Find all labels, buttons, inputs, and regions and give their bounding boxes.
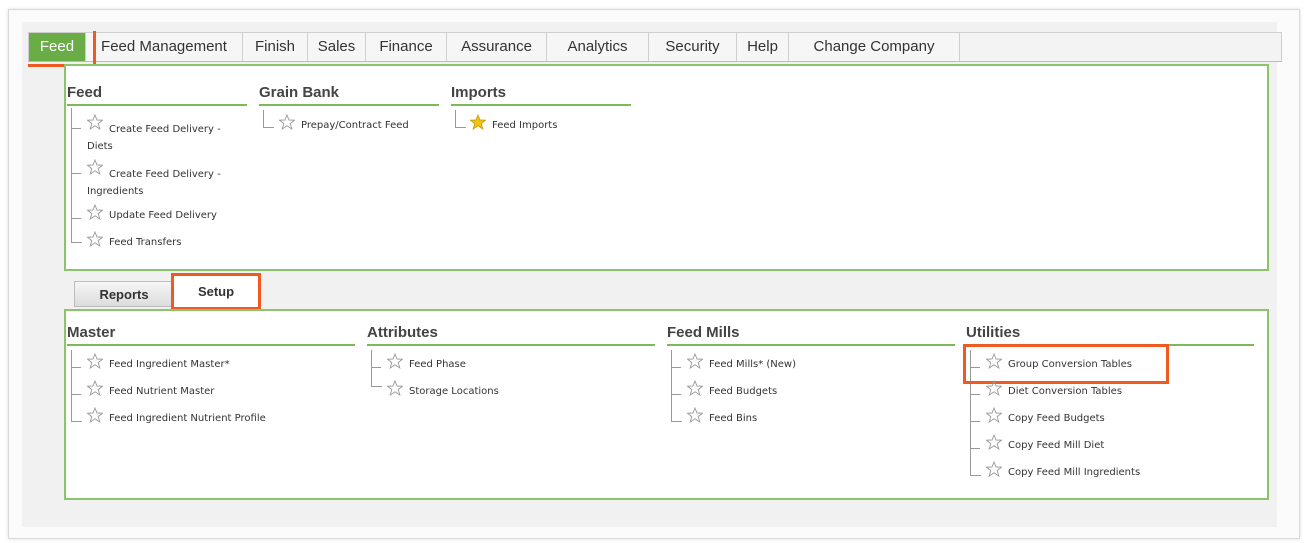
nav-tab-help[interactable]: Help bbox=[737, 33, 789, 61]
menu-item-feed-ingredient-nutrient-profile[interactable]: Feed Ingredient Nutrient Profile bbox=[109, 413, 266, 424]
menu-item-feed-bins[interactable]: Feed Bins bbox=[709, 413, 757, 424]
nav-tab-feed[interactable]: Feed bbox=[29, 33, 86, 61]
column-heading: Utilities bbox=[966, 322, 1254, 346]
menu-item-feed-imports[interactable]: Feed Imports bbox=[492, 120, 557, 131]
star-icon-favorite[interactable] bbox=[470, 114, 486, 130]
nav-tab-feed-management[interactable]: Feed Management bbox=[86, 33, 243, 61]
star-icon[interactable] bbox=[986, 461, 1002, 477]
menu-item-feed-mills-new[interactable]: Feed Mills* (New) bbox=[709, 359, 796, 370]
star-icon[interactable] bbox=[87, 380, 103, 396]
star-icon[interactable] bbox=[687, 407, 703, 423]
menu-item-update-feed-delivery[interactable]: Update Feed Delivery bbox=[109, 210, 217, 221]
imports-column: Imports bbox=[451, 82, 631, 106]
menu-item-copy-feed-mill-ingredients[interactable]: Copy Feed Mill Ingredients bbox=[1008, 467, 1140, 478]
star-icon[interactable] bbox=[87, 407, 103, 423]
star-icon[interactable] bbox=[986, 353, 1002, 369]
nav-tab-assurance[interactable]: Assurance bbox=[447, 33, 547, 61]
menu-item-create-feed-delivery-ingredients[interactable]: Create Feed Delivery - Ingredients bbox=[87, 166, 242, 200]
menu-item-copy-feed-mill-diet[interactable]: Copy Feed Mill Diet bbox=[1008, 440, 1104, 451]
star-icon[interactable] bbox=[687, 380, 703, 396]
tab-setup[interactable]: Setup bbox=[174, 276, 258, 308]
menu-item-group-conversion-tables[interactable]: Group Conversion Tables bbox=[1008, 359, 1132, 370]
menu-item-create-feed-delivery-diets[interactable]: Create Feed Delivery - Diets bbox=[87, 121, 242, 155]
nav-tab-change-company[interactable]: Change Company bbox=[789, 33, 960, 61]
star-icon[interactable] bbox=[387, 353, 403, 369]
star-icon[interactable] bbox=[986, 407, 1002, 423]
star-icon[interactable] bbox=[87, 353, 103, 369]
tab-reports[interactable]: Reports bbox=[74, 281, 174, 307]
nav-tab-finance[interactable]: Finance bbox=[366, 33, 447, 61]
column-heading: Feed bbox=[67, 82, 247, 106]
menu-item-prepay-contract-feed[interactable]: Prepay/Contract Feed bbox=[301, 120, 409, 131]
master-column: Master bbox=[67, 322, 355, 346]
menu-item-feed-phase[interactable]: Feed Phase bbox=[409, 359, 466, 370]
column-heading: Master bbox=[67, 322, 355, 346]
menu-item-diet-conversion-tables[interactable]: Diet Conversion Tables bbox=[1008, 386, 1122, 397]
nav-tab-security[interactable]: Security bbox=[649, 33, 737, 61]
menu-item-copy-feed-budgets[interactable]: Copy Feed Budgets bbox=[1008, 413, 1105, 424]
star-icon[interactable] bbox=[87, 204, 103, 220]
utilities-column: Utilities bbox=[966, 322, 1254, 346]
attributes-column: Attributes bbox=[367, 322, 655, 346]
nav-tab-analytics[interactable]: Analytics bbox=[547, 33, 649, 61]
feed-column: Feed bbox=[67, 82, 247, 106]
menu-item-storage-locations[interactable]: Storage Locations bbox=[409, 386, 499, 397]
nav-tab-sales[interactable]: Sales bbox=[308, 33, 366, 61]
main-nav: Feed Feed Management Finish Sales Financ… bbox=[28, 32, 1282, 62]
column-heading: Grain Bank bbox=[259, 82, 439, 106]
column-heading: Attributes bbox=[367, 322, 655, 346]
nav-tab-finish[interactable]: Finish bbox=[243, 33, 308, 61]
star-icon[interactable] bbox=[387, 380, 403, 396]
star-icon[interactable] bbox=[986, 380, 1002, 396]
menu-item-feed-budgets[interactable]: Feed Budgets bbox=[709, 386, 777, 397]
column-heading: Feed Mills bbox=[667, 322, 955, 346]
grain-bank-column: Grain Bank bbox=[259, 82, 439, 106]
menu-item-feed-nutrient-master[interactable]: Feed Nutrient Master bbox=[109, 386, 214, 397]
star-icon[interactable] bbox=[986, 434, 1002, 450]
menu-item-feed-transfers[interactable]: Feed Transfers bbox=[109, 237, 181, 248]
star-icon[interactable] bbox=[687, 353, 703, 369]
menu-item-feed-ingredient-master[interactable]: Feed Ingredient Master* bbox=[109, 359, 230, 370]
star-icon[interactable] bbox=[87, 231, 103, 247]
feed-mills-column: Feed Mills bbox=[667, 322, 955, 346]
star-icon[interactable] bbox=[279, 114, 295, 130]
column-heading: Imports bbox=[451, 82, 631, 106]
